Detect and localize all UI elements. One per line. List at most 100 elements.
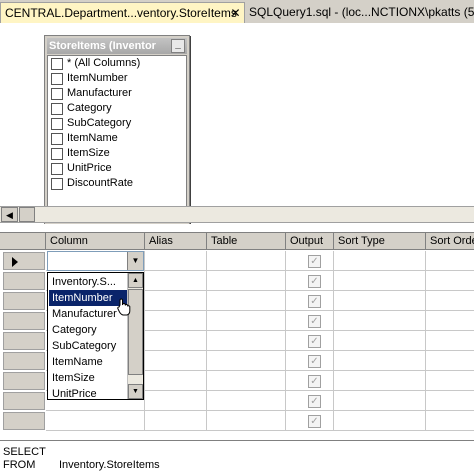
cell-alias[interactable] <box>145 311 207 331</box>
cell-table[interactable] <box>207 331 286 351</box>
output-checkbox-icon[interactable]: ✓ <box>308 375 321 388</box>
scroll-up-arrow-icon[interactable]: ▲ <box>128 273 143 288</box>
row-header[interactable] <box>3 372 45 390</box>
scroll-thumb[interactable] <box>19 207 35 222</box>
cell-sort-type[interactable] <box>334 371 426 391</box>
table-window-title[interactable]: StoreItems (Inventor _ <box>47 38 187 54</box>
cell-table[interactable] <box>207 251 286 271</box>
column-item-itemname[interactable]: ItemName <box>48 131 186 146</box>
row-header[interactable] <box>3 312 45 330</box>
header-column[interactable]: Column <box>46 233 145 250</box>
column-item-unitprice[interactable]: UnitPrice <box>48 161 186 176</box>
column-item-subcategory[interactable]: SubCategory <box>48 116 186 131</box>
checkbox-icon[interactable] <box>51 147 63 160</box>
header-table[interactable]: Table <box>207 233 286 250</box>
grid-row[interactable]: ✓ <box>0 411 474 431</box>
cell-alias[interactable] <box>145 411 207 431</box>
cell-sort-type[interactable] <box>334 291 426 311</box>
column-item-all[interactable]: * (All Columns) <box>48 56 186 71</box>
checkbox-icon[interactable] <box>51 72 63 85</box>
close-icon[interactable]: ✕ <box>229 7 242 20</box>
row-header[interactable] <box>3 272 45 290</box>
cell-sort-order[interactable] <box>426 291 474 311</box>
column-dropdown-list[interactable]: Inventory.S... ItemNumber Manufacturer C… <box>47 272 144 400</box>
column-item-manufacturer[interactable]: Manufacturer <box>48 86 186 101</box>
cell-sort-type[interactable] <box>334 351 426 371</box>
dropdown-item[interactable]: UnitPrice <box>49 386 128 399</box>
column-item-discountrate[interactable]: DiscountRate <box>48 176 186 191</box>
dropdown-scrollbar[interactable]: ▲ ▼ <box>127 273 143 399</box>
output-checkbox-icon[interactable]: ✓ <box>308 355 321 368</box>
output-checkbox-icon[interactable]: ✓ <box>308 315 321 328</box>
cell-table[interactable] <box>207 391 286 411</box>
cell-sort-order[interactable] <box>426 331 474 351</box>
header-alias[interactable]: Alias <box>145 233 207 250</box>
dropdown-item[interactable]: SubCategory <box>49 338 128 354</box>
cell-alias[interactable] <box>145 391 207 411</box>
cell-sort-order[interactable] <box>426 251 474 271</box>
cell-alias[interactable] <box>145 351 207 371</box>
header-sort-order[interactable]: Sort Order <box>426 233 474 250</box>
output-checkbox-icon[interactable]: ✓ <box>308 275 321 288</box>
cell-table[interactable] <box>207 311 286 331</box>
cell-sort-type[interactable] <box>334 391 426 411</box>
diagram-horizontal-scrollbar[interactable]: ◀ <box>0 206 474 223</box>
output-checkbox-icon[interactable]: ✓ <box>308 255 321 268</box>
checkbox-icon[interactable] <box>51 132 63 145</box>
cell-sort-order[interactable] <box>426 371 474 391</box>
cell-alias[interactable] <box>145 271 207 291</box>
cell-sort-order[interactable] <box>426 411 474 431</box>
tab-query-designer[interactable]: CENTRAL.Department...ventory.StoreItems … <box>0 2 245 23</box>
column-item-itemsize[interactable]: ItemSize <box>48 146 186 161</box>
cell-table[interactable] <box>207 271 286 291</box>
checkbox-icon[interactable] <box>51 102 63 115</box>
table-window-storeitems[interactable]: StoreItems (Inventor _ * (All Columns) I… <box>44 35 190 227</box>
cell-table[interactable] <box>207 371 286 391</box>
checkbox-icon[interactable] <box>51 162 63 175</box>
column-item-category[interactable]: Category <box>48 101 186 116</box>
cell-sort-type[interactable] <box>334 411 426 431</box>
header-sort-type[interactable]: Sort Type <box>334 233 426 250</box>
output-checkbox-icon[interactable]: ✓ <box>308 335 321 348</box>
cell-table[interactable] <box>207 351 286 371</box>
output-checkbox-icon[interactable]: ✓ <box>308 295 321 308</box>
cell-sort-order[interactable] <box>426 391 474 411</box>
cell-table[interactable] <box>207 411 286 431</box>
output-checkbox-icon[interactable]: ✓ <box>308 415 321 428</box>
row-header[interactable] <box>3 252 45 270</box>
cell-sort-order[interactable] <box>426 311 474 331</box>
cell-sort-type[interactable] <box>334 251 426 271</box>
cell-sort-type[interactable] <box>334 311 426 331</box>
cell-alias[interactable] <box>145 371 207 391</box>
sql-pane[interactable]: SELECT FROM Inventory.StoreItems <box>0 440 474 475</box>
cell-alias[interactable] <box>145 251 207 271</box>
minimize-icon[interactable]: _ <box>171 39 185 53</box>
scroll-down-arrow-icon[interactable]: ▼ <box>128 384 143 399</box>
output-checkbox-icon[interactable]: ✓ <box>308 395 321 408</box>
checkbox-icon[interactable] <box>51 117 63 130</box>
cell-table[interactable] <box>207 291 286 311</box>
checkbox-icon[interactable] <box>51 57 63 70</box>
header-output[interactable]: Output <box>286 233 334 250</box>
checkbox-icon[interactable] <box>51 177 63 190</box>
column-combobox[interactable]: ▼ <box>47 251 144 271</box>
chevron-down-icon[interactable]: ▼ <box>127 252 143 270</box>
row-header[interactable] <box>3 292 45 310</box>
dropdown-item[interactable]: ItemSize <box>49 370 128 386</box>
cell-sort-type[interactable] <box>334 331 426 351</box>
cell-sort-order[interactable] <box>426 271 474 291</box>
scroll-left-arrow-icon[interactable]: ◀ <box>1 207 18 222</box>
dropdown-item[interactable]: ItemName <box>49 354 128 370</box>
column-item-itemnumber[interactable]: ItemNumber <box>48 71 186 86</box>
row-header[interactable] <box>3 392 45 410</box>
row-header[interactable] <box>3 332 45 350</box>
tab-sqlquery1[interactable]: SQLQuery1.sql - (loc...NCTIONX\pkatts (5… <box>245 2 474 23</box>
dropdown-item[interactable]: Category <box>49 322 128 338</box>
cell-alias[interactable] <box>145 291 207 311</box>
cell-alias[interactable] <box>145 331 207 351</box>
diagram-pane[interactable]: StoreItems (Inventor _ * (All Columns) I… <box>0 24 474 227</box>
checkbox-icon[interactable] <box>51 87 63 100</box>
row-header[interactable] <box>3 352 45 370</box>
cell-sort-type[interactable] <box>334 271 426 291</box>
dropdown-item[interactable]: Inventory.S... <box>49 274 128 290</box>
